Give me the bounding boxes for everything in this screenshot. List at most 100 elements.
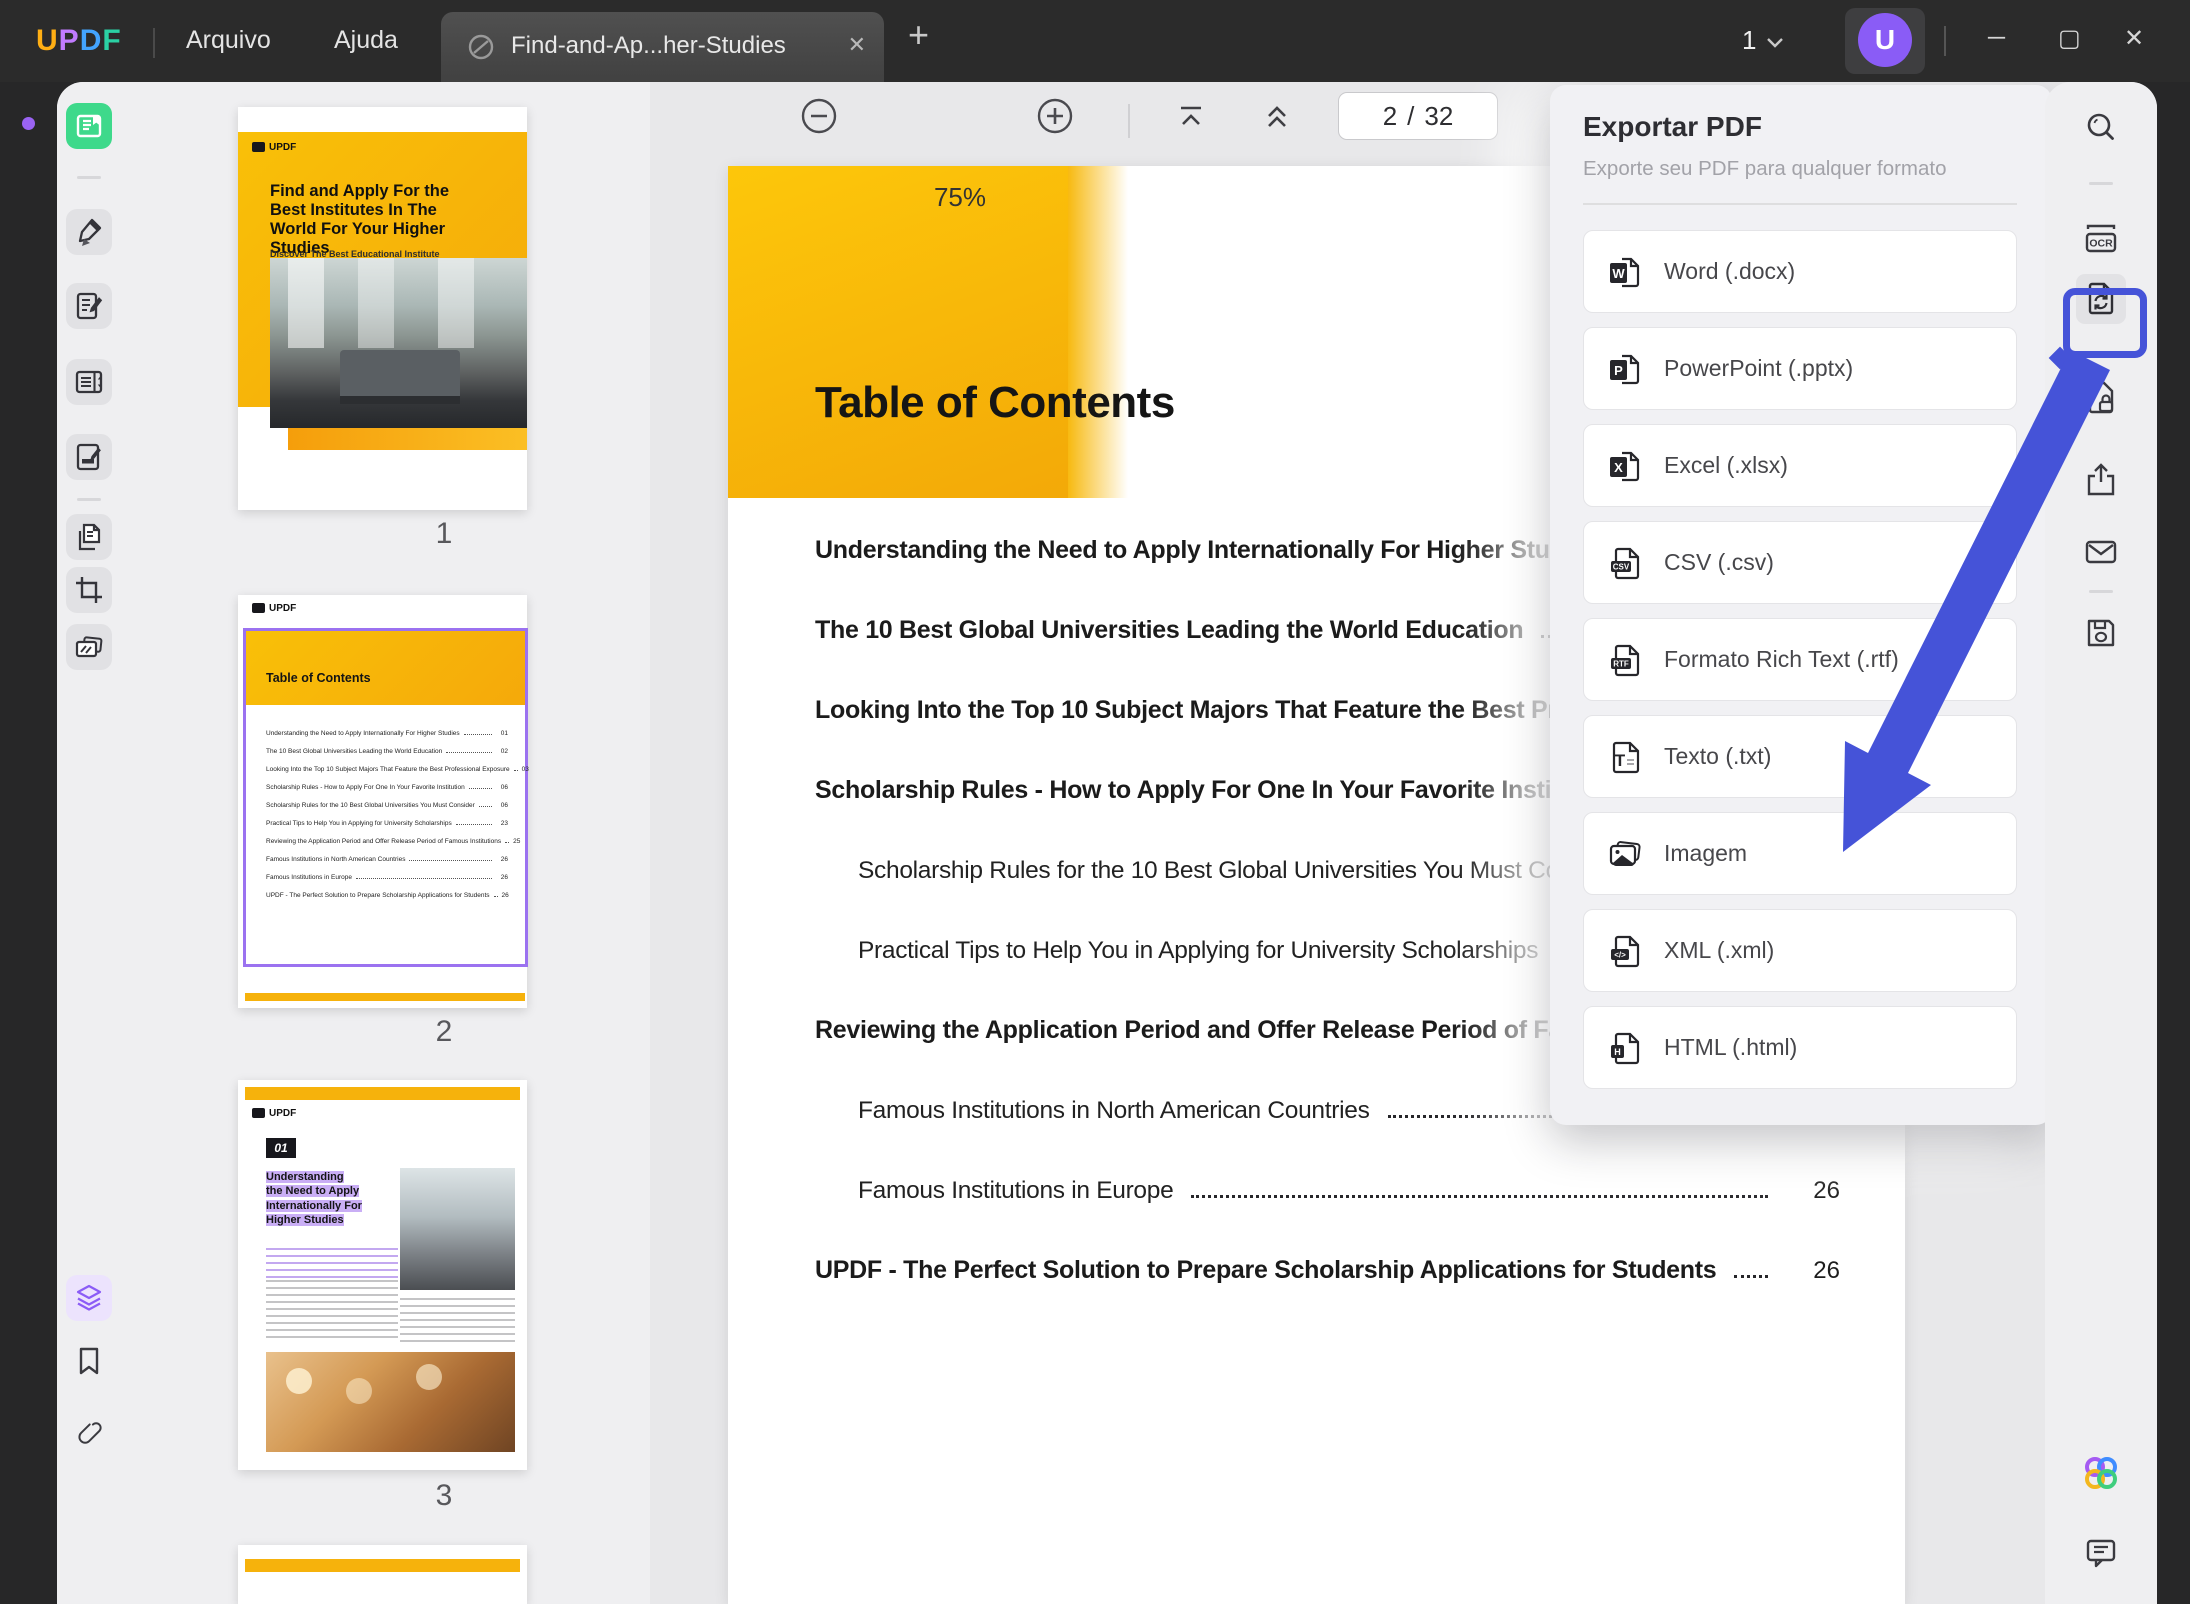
thumbnail-page-1[interactable]: UPDF Find and Apply For the Best Institu… (238, 107, 527, 510)
toc-entry-text: Scholarship Rules - How to Apply For One… (815, 776, 1619, 804)
menu-arquivo[interactable]: Arquivo (186, 26, 271, 55)
thumbnail-panel: UPDF Find and Apply For the Best Institu… (150, 82, 650, 1604)
feedback-button[interactable] (2078, 1530, 2124, 1576)
toolbar-divider (2089, 590, 2113, 593)
export-powerpoint-button[interactable]: P PowerPoint (.pptx) (1583, 327, 2017, 410)
export-html-button[interactable]: H HTML (.html) (1583, 1006, 2017, 1089)
tab-close-icon[interactable]: ✕ (848, 32, 866, 58)
crop-tool-button[interactable] (66, 567, 112, 613)
highlighter-tool-button[interactable] (66, 209, 112, 255)
protect-button[interactable] (2078, 375, 2124, 421)
toc-row: UPDF - The Perfect Solution to Prepare S… (728, 1251, 1840, 1285)
toc-entry-text: Famous Institutions in North American Co… (858, 1097, 1370, 1124)
updf-ai-button[interactable] (2078, 1450, 2124, 1496)
organize-fields-button[interactable] (66, 359, 112, 405)
export-image-label: Imagem (1664, 840, 1748, 866)
toc-dot-leader (1191, 1195, 1768, 1198)
attachments-panel-button[interactable] (66, 1410, 112, 1456)
search-button[interactable] (2078, 105, 2124, 151)
page-number-input[interactable]: 2 / 32 (1338, 92, 1498, 140)
thumb2-label: 2 (435, 1015, 453, 1048)
signature-icon (76, 443, 101, 471)
zoom-in-button[interactable] (1035, 96, 1075, 136)
toc-page-number: 26 (1813, 1257, 1840, 1284)
comment-tool-button[interactable] (66, 283, 112, 329)
export-image-button[interactable]: Imagem (1583, 812, 2017, 895)
thumb2-selection-border: Table of Contents Understanding the Need… (243, 628, 529, 967)
previous-page-button[interactable] (1259, 98, 1295, 134)
account-button[interactable]: U (1845, 8, 1925, 74)
mini-toc-row: Looking Into the Top 10 Subject Majors T… (266, 766, 529, 773)
avatar: U (1858, 13, 1912, 67)
image-file-icon (1609, 840, 1641, 866)
toolbar-separator (1128, 104, 1130, 138)
share-button[interactable] (2078, 458, 2124, 504)
menu-ajuda[interactable]: Ajuda (334, 26, 398, 55)
mini-toc-row: Reviewing the Application Period and Off… (266, 838, 521, 845)
export-xml-button[interactable]: </> XML (.xml) (1583, 909, 2017, 992)
go-to-top-button[interactable] (1173, 100, 1209, 136)
thumb3-photo (400, 1168, 515, 1290)
export-text-button[interactable]: T Texto (.txt) (1583, 715, 2017, 798)
export-word-button[interactable]: W Word (.docx) (1583, 230, 2017, 313)
thumbnail-page-2-selected[interactable]: UPDF Table of Contents Understanding the… (238, 595, 529, 1008)
export-panel-title: Exportar PDF (1583, 111, 1762, 142)
thumb3-label: 3 (435, 1479, 453, 1512)
reader-mode-button[interactable] (66, 103, 112, 149)
thumb3-highlight-lines (266, 1248, 398, 1278)
toc-row: Famous Institutions in Europe 26 (728, 1171, 1840, 1205)
toc-dot-leader (1734, 1275, 1768, 1278)
window-count-dropdown[interactable]: 1 (1742, 25, 1784, 56)
share-icon (2087, 463, 2115, 496)
export-panel-subtitle: Exporte seu PDF para qualquer formato (1583, 157, 1947, 180)
ocr-icon: OCR (2085, 224, 2117, 253)
toc-entry-text: The 10 Best Global Universities Leading … (815, 616, 1524, 644)
page-current: 2 (1382, 100, 1398, 131)
svg-text:W: W (1612, 266, 1625, 281)
mail-icon (2085, 540, 2117, 564)
toolbar-divider (2089, 182, 2113, 185)
mini-logo-icon (252, 1108, 265, 1119)
thumb2-band: Table of Contents (246, 631, 525, 705)
bookmarks-panel-button[interactable] (66, 1338, 112, 1384)
thumbnail-page-3[interactable]: UPDF 01 Understanding the Need to Apply … (238, 1080, 527, 1470)
toolbar-divider (77, 176, 101, 179)
export-excel-button[interactable]: X Excel (.xlsx) (1583, 424, 2017, 507)
document-tab[interactable]: Find-and-Ap...her-Studies ✕ (441, 12, 884, 82)
zoom-out-button[interactable] (799, 96, 839, 136)
maximize-button[interactable]: ▢ (2058, 24, 2081, 53)
notification-dot (22, 117, 35, 130)
thumb1-accent-strip (288, 428, 527, 450)
watermark-tool-button[interactable] (66, 624, 112, 670)
mini-logo-icon (252, 142, 265, 153)
export-csv-button[interactable]: CSV CSV (.csv) (1583, 521, 2017, 604)
svg-text:H: H (1614, 1047, 1621, 1057)
layers-icon (76, 1284, 102, 1311)
email-button[interactable] (2078, 529, 2124, 575)
pages-icon (78, 523, 101, 551)
thumbnail-page-4-partial[interactable] (238, 1545, 527, 1604)
reader-icon (76, 114, 102, 138)
toc-page-number: 26 (1813, 1177, 1840, 1204)
csv-file-icon: CSV (1611, 547, 1640, 579)
fill-sign-button[interactable] (66, 434, 112, 480)
highlighter-icon (78, 218, 102, 246)
svg-text:</>: </> (1614, 950, 1626, 959)
export-rtf-button[interactable]: RTF Formato Rich Text (.rtf) (1583, 618, 2017, 701)
save-button[interactable] (2078, 610, 2124, 656)
minimize-button[interactable]: ─ (1988, 24, 2005, 52)
close-button[interactable]: ✕ (2124, 24, 2144, 53)
new-tab-button[interactable]: + (908, 14, 929, 56)
title-bar: UPDF Arquivo Ajuda Find-and-Ap...her-Stu… (0, 0, 2190, 82)
ocr-button[interactable]: OCR (2078, 217, 2124, 263)
window-controls-divider (1944, 26, 1946, 56)
mini-toc-row: UPDF - The Perfect Solution to Prepare S… (266, 892, 509, 899)
html-file-icon: H (1611, 1032, 1640, 1064)
mini-toc-row: Famous Institutions in North American Co… (266, 856, 508, 863)
thumb3-chapter-title: Understanding the Need to Apply Internat… (266, 1171, 362, 1226)
thumb3-photo-bottom (266, 1352, 515, 1452)
organize-pages-button[interactable] (66, 514, 112, 560)
search-icon (2087, 113, 2114, 140)
layers-panel-button[interactable] (66, 1275, 112, 1321)
export-word-label: Word (.docx) (1664, 258, 1796, 284)
